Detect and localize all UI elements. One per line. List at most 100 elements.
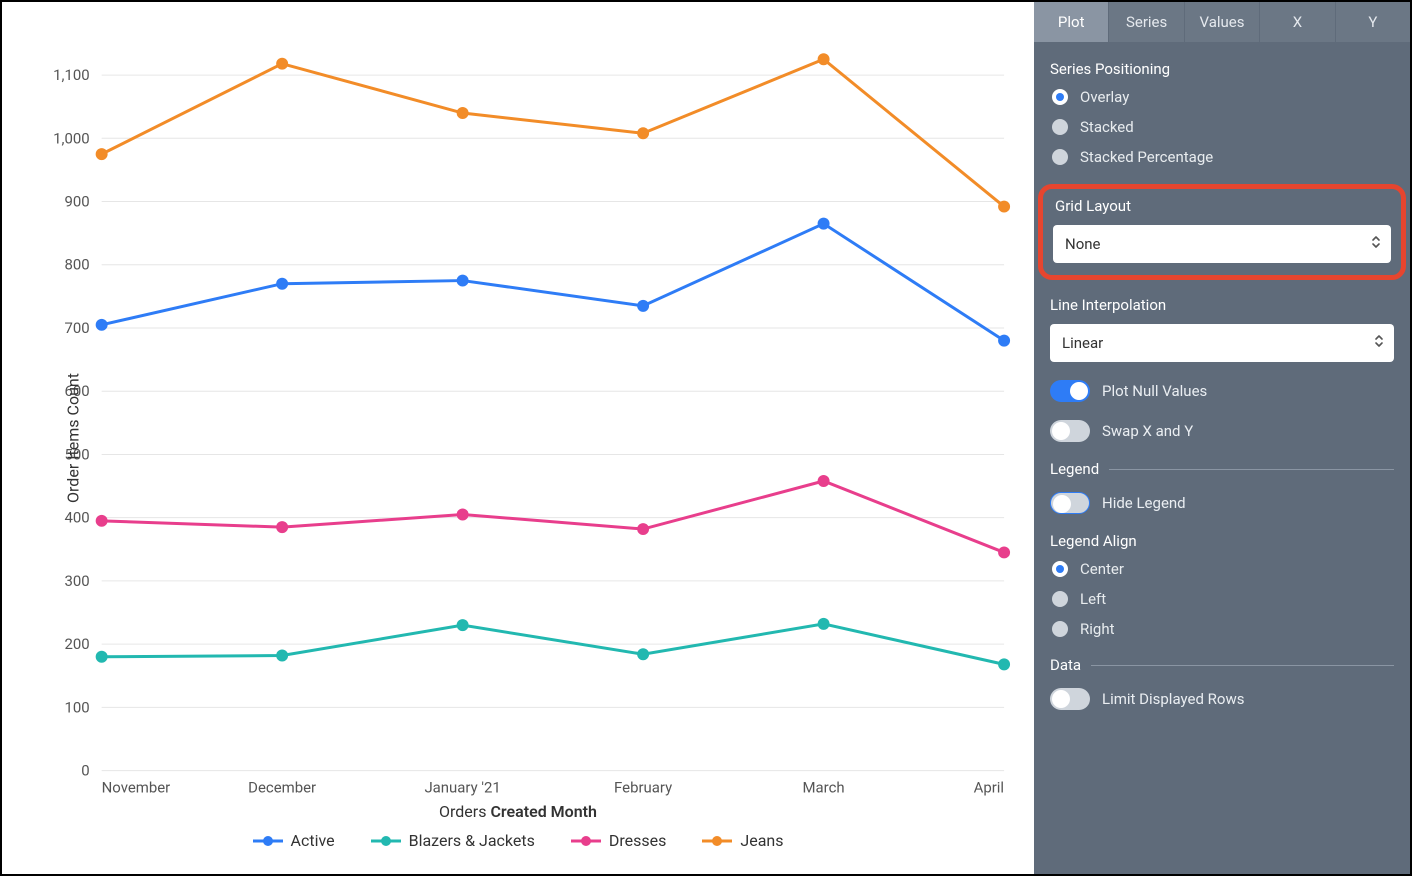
- legend-item[interactable]: Active: [253, 831, 335, 850]
- legend-marker: [702, 834, 732, 848]
- series-point[interactable]: [457, 275, 469, 287]
- y-tick-label: 800: [65, 256, 90, 274]
- radio-dot-icon: [1052, 561, 1068, 577]
- series-point[interactable]: [96, 515, 108, 527]
- series-point[interactable]: [96, 651, 108, 663]
- series-point[interactable]: [457, 509, 469, 521]
- series-point[interactable]: [457, 619, 469, 631]
- legend-align-option-left[interactable]: Left: [1052, 590, 1394, 608]
- line-interpolation-block: Line Interpolation Linear: [1050, 296, 1394, 362]
- series-positioning-label: Series Positioning: [1050, 60, 1394, 78]
- legend-align-option-center[interactable]: Center: [1052, 560, 1394, 578]
- series-point[interactable]: [998, 658, 1010, 670]
- legend-marker: [571, 834, 601, 848]
- chart-area: Order Items Count 0100200300400500600700…: [2, 2, 1034, 874]
- y-tick-label: 400: [65, 509, 90, 527]
- tab-values[interactable]: Values: [1184, 2, 1259, 42]
- series-point[interactable]: [637, 523, 649, 535]
- series-point[interactable]: [818, 218, 830, 230]
- legend-item[interactable]: Jeans: [702, 831, 783, 850]
- radio-dot-icon: [1052, 591, 1068, 607]
- hide-legend-toggle[interactable]: [1050, 492, 1090, 514]
- hide-legend-row: Hide Legend: [1050, 492, 1394, 514]
- radio-dot-icon: [1052, 149, 1068, 165]
- grid-layout-select[interactable]: None: [1053, 225, 1391, 263]
- series-point[interactable]: [818, 618, 830, 630]
- legend-label: Jeans: [740, 831, 783, 850]
- line-interpolation-value: Linear: [1062, 334, 1103, 352]
- series-point[interactable]: [276, 278, 288, 290]
- legend-item[interactable]: Blazers & Jackets: [371, 831, 535, 850]
- radio-dot-icon: [1052, 89, 1068, 105]
- legend-align-option-right[interactable]: Right: [1052, 620, 1394, 638]
- tab-x[interactable]: X: [1259, 2, 1334, 42]
- grid-layout-label: Grid Layout: [1055, 197, 1391, 215]
- series-point[interactable]: [998, 546, 1010, 558]
- series-point[interactable]: [998, 201, 1010, 213]
- series-point[interactable]: [96, 319, 108, 331]
- radio-label: Center: [1080, 560, 1124, 578]
- radio-label: Stacked Percentage: [1080, 148, 1213, 166]
- swap-xy-row: Swap X and Y: [1050, 420, 1394, 442]
- legend-label: Active: [291, 831, 335, 850]
- limit-rows-toggle[interactable]: [1050, 688, 1090, 710]
- series-point[interactable]: [637, 300, 649, 312]
- series-line: [102, 481, 1004, 552]
- x-tick-label: April: [974, 778, 1004, 796]
- series-point[interactable]: [457, 107, 469, 119]
- swap-xy-toggle[interactable]: [1050, 420, 1090, 442]
- line-chart: 01002003004005006007008009001,0001,100No…: [12, 22, 1024, 802]
- y-axis-label: Order Items Count: [63, 373, 82, 503]
- radio-label: Overlay: [1080, 88, 1129, 106]
- series-point[interactable]: [96, 148, 108, 160]
- legend-section-divider: Legend: [1050, 460, 1394, 478]
- swap-xy-label: Swap X and Y: [1102, 422, 1193, 440]
- series-positioning-group: Overlay Stacked Stacked Percentage: [1050, 88, 1394, 166]
- series-point[interactable]: [637, 648, 649, 660]
- legend-label: Dresses: [609, 831, 667, 850]
- tab-y[interactable]: Y: [1335, 2, 1410, 42]
- series-point[interactable]: [818, 53, 830, 65]
- chart-legend: Active Blazers & Jackets Dresses Jeans: [12, 821, 1024, 850]
- series-line: [102, 59, 1004, 206]
- legend-align-label: Legend Align: [1050, 532, 1394, 550]
- series-point[interactable]: [637, 127, 649, 139]
- limit-rows-row: Limit Displayed Rows: [1050, 688, 1394, 710]
- series-positioning-option-stacked-percentage[interactable]: Stacked Percentage: [1052, 148, 1394, 166]
- tab-series[interactable]: Series: [1108, 2, 1183, 42]
- settings-panel: PlotSeriesValuesXY Series Positioning Ov…: [1034, 2, 1410, 874]
- series-point[interactable]: [818, 475, 830, 487]
- y-tick-label: 700: [65, 319, 90, 337]
- tab-plot[interactable]: Plot: [1034, 2, 1108, 42]
- plot-null-values-toggle[interactable]: [1050, 380, 1090, 402]
- series-point[interactable]: [998, 335, 1010, 347]
- series-positioning-option-overlay[interactable]: Overlay: [1052, 88, 1394, 106]
- plot-null-values-row: Plot Null Values: [1050, 380, 1394, 402]
- x-axis-label-prefix: Orders: [439, 802, 490, 821]
- series-point[interactable]: [276, 521, 288, 533]
- line-interpolation-select[interactable]: Linear: [1050, 324, 1394, 362]
- x-tick-label: February: [614, 778, 672, 796]
- legend-section-label: Legend: [1050, 460, 1099, 478]
- radio-label: Right: [1080, 620, 1114, 638]
- legend-item[interactable]: Dresses: [571, 831, 667, 850]
- x-axis-label: Orders Created Month: [12, 802, 1024, 821]
- data-section-divider: Data: [1050, 656, 1394, 674]
- data-section-label: Data: [1050, 656, 1081, 674]
- x-axis-label-bold: Created Month: [490, 802, 597, 821]
- x-tick-label: November: [102, 778, 171, 796]
- panel-tabs: PlotSeriesValuesXY: [1034, 2, 1410, 42]
- series-point[interactable]: [276, 650, 288, 662]
- series-point[interactable]: [276, 58, 288, 70]
- radio-dot-icon: [1052, 119, 1068, 135]
- hide-legend-label: Hide Legend: [1102, 494, 1186, 512]
- limit-rows-label: Limit Displayed Rows: [1102, 690, 1244, 708]
- grid-layout-highlight: Grid Layout None: [1038, 184, 1406, 280]
- series-positioning-option-stacked[interactable]: Stacked: [1052, 118, 1394, 136]
- legend-marker: [371, 834, 401, 848]
- radio-label: Stacked: [1080, 118, 1134, 136]
- legend-marker: [253, 834, 283, 848]
- y-tick-label: 300: [65, 572, 90, 590]
- grid-layout-value: None: [1065, 235, 1101, 253]
- legend-align-group: Center Left Right: [1050, 560, 1394, 638]
